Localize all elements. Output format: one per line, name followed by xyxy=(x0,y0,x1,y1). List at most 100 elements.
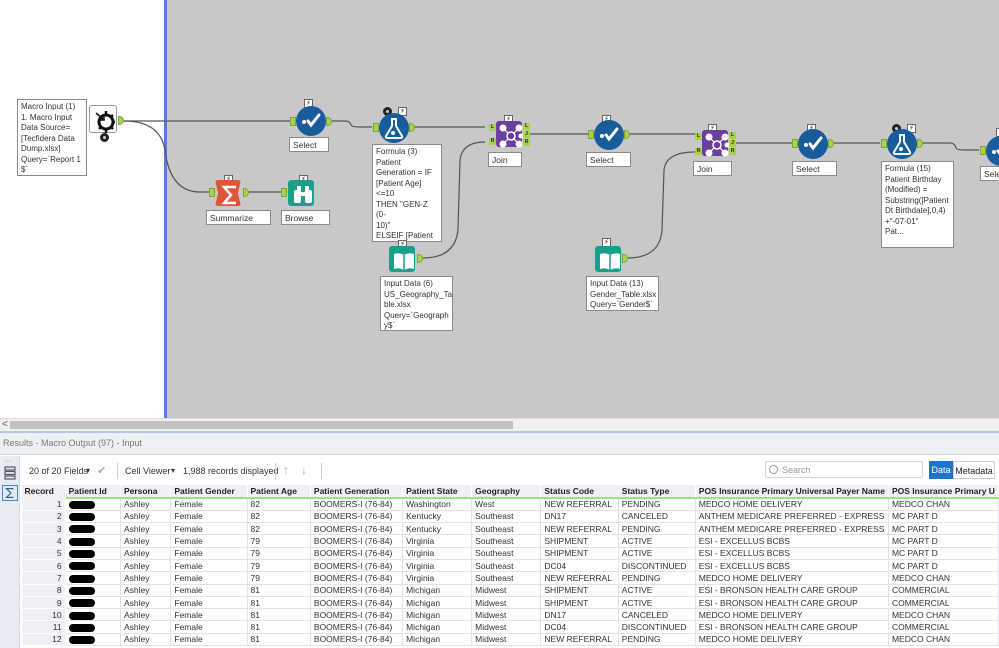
table-cell[interactable]: MEDCO HOME DELIVERY xyxy=(694,497,889,511)
table-cell[interactable]: MC PART D xyxy=(887,522,999,536)
table-cell[interactable]: Southeast xyxy=(471,558,542,573)
table-cell[interactable]: Female xyxy=(170,546,248,560)
table-row[interactable]: 6 Ashley Female 79 BOOMERS-I (76-84) Virginia… xyxy=(21,558,999,573)
table-cell[interactable]: Midwest xyxy=(471,620,542,634)
canvas-horizontal-scrollbar[interactable]: < xyxy=(0,418,999,431)
table-cell[interactable]: Midwest xyxy=(471,608,542,622)
table-cell[interactable]: DC04 xyxy=(540,558,619,573)
fields-selector[interactable]: 20 of 20 Fields xyxy=(29,466,88,476)
summarize55-label[interactable]: Summarize (55) xyxy=(206,210,271,225)
table-cell[interactable]: SHIPMENT xyxy=(540,583,619,597)
record-number[interactable]: 11 xyxy=(21,620,66,634)
data-tab-button[interactable]: Data xyxy=(929,461,953,479)
table-cell[interactable]: Michigan xyxy=(402,632,473,647)
table-row[interactable]: 12 Ashley Female 81 BOOMERS-I (76-84) Michiga… xyxy=(21,632,999,647)
table-cell[interactable]: 82 xyxy=(246,497,311,511)
table-row[interactable]: 3 Ashley Female 82 BOOMERS-I (76-84) Kentucky… xyxy=(21,522,999,536)
table-cell[interactable]: SHIPMENT xyxy=(540,534,619,548)
table-cell[interactable]: MEDCO CHAN xyxy=(887,571,999,585)
summary-view-button[interactable] xyxy=(2,485,18,501)
table-cell[interactable]: Ashley xyxy=(119,546,172,560)
join8-tool[interactable] xyxy=(496,121,524,148)
table-cell[interactable]: DISCONTINUED xyxy=(617,558,696,573)
table-row[interactable]: 9 Ashley Female 81 BOOMERS-I (76-84) Michigan… xyxy=(21,595,999,610)
column-header[interactable]: Patient Generation xyxy=(310,485,404,499)
column-header[interactable]: Record xyxy=(21,485,66,499)
table-cell[interactable]: Virginia xyxy=(402,534,473,548)
table-cell[interactable]: Ashley xyxy=(119,608,172,622)
summarize55-input-anchor[interactable] xyxy=(209,188,215,197)
table-cell[interactable]: 82 xyxy=(246,522,311,536)
search-input[interactable]: Search xyxy=(765,461,923,478)
table-cell[interactable]: ESI - BRONSON HEALTH CARE GROUP xyxy=(694,620,889,634)
table-cell[interactable]: Kentucky xyxy=(402,522,473,536)
redacted-patient-id[interactable] xyxy=(64,632,121,647)
column-header[interactable]: Patient State xyxy=(402,485,473,499)
table-cell[interactable]: 79 xyxy=(246,534,311,548)
column-header[interactable]: Geography xyxy=(471,485,542,499)
column-header[interactable]: Status Code xyxy=(540,485,619,499)
table-cell[interactable]: Virginia xyxy=(402,546,473,560)
formula15-tool[interactable] xyxy=(887,129,917,159)
table-cell[interactable]: Ashley xyxy=(119,509,172,524)
table-cell[interactable]: BOOMERS-I (76-84) xyxy=(309,620,404,634)
table-cell[interactable]: ANTHEM MEDICARE PREFERRED - EXPRESS xyxy=(694,509,889,524)
redacted-patient-id[interactable] xyxy=(64,620,121,634)
table-cell[interactable]: Southeast xyxy=(471,546,542,560)
record-number[interactable]: 9 xyxy=(21,595,66,610)
table-cell[interactable]: Female xyxy=(170,522,248,536)
table-cell[interactable]: ESI - EXCELLUS BCBS xyxy=(694,534,889,548)
column-header[interactable]: POS Insurance Primary Universal Payer Na… xyxy=(695,485,889,499)
table-cell[interactable]: Ashley xyxy=(119,595,172,610)
table-cell[interactable]: 81 xyxy=(246,632,311,647)
table-cell[interactable]: Michigan xyxy=(402,595,473,610)
cell-viewer-selector[interactable]: Cell Viewer xyxy=(125,466,170,476)
join12-label[interactable]: Join (12) xyxy=(693,161,732,176)
table-cell[interactable]: Midwest xyxy=(471,632,542,647)
table-cell[interactable]: DN17 xyxy=(540,608,619,622)
table-cell[interactable]: Female xyxy=(170,608,248,622)
fields-dropdown-icon[interactable]: ▾ xyxy=(86,466,90,475)
formula15-annotation[interactable]: Formula (15) Patient Birthday (Modified)… xyxy=(881,161,954,248)
column-header[interactable]: Patient Gender xyxy=(170,485,248,499)
table-cell[interactable]: Virginia xyxy=(402,558,473,573)
select11-label[interactable]: Select (11) xyxy=(586,152,631,167)
select2-label[interactable]: Select (2) xyxy=(289,137,329,152)
table-cell[interactable]: ESI - EXCELLUS BCBS xyxy=(694,546,889,560)
table-cell[interactable]: Ashley xyxy=(119,522,172,536)
browse56-input-anchor[interactable] xyxy=(281,188,287,197)
table-cell[interactable]: BOOMERS-I (76-84) xyxy=(309,546,404,560)
input6-annotation[interactable]: Input Data (6) US_Geography_Ta ble.xlsx … xyxy=(380,276,453,331)
column-header[interactable]: POS Insurance Primary U xyxy=(888,485,999,499)
table-cell[interactable]: 81 xyxy=(246,595,311,610)
table-cell[interactable]: BOOMERS-I (76-84) xyxy=(309,558,404,573)
record-number[interactable]: 5 xyxy=(21,546,66,560)
table-cell[interactable]: NEW REFERRAL xyxy=(540,632,619,647)
table-cell[interactable]: COMMERCIAL xyxy=(887,583,999,597)
record-number[interactable]: 12 xyxy=(21,632,66,647)
table-cell[interactable]: BOOMERS-I (76-84) xyxy=(309,509,404,524)
table-cell[interactable]: Southeast xyxy=(471,571,542,585)
table-cell[interactable]: MC PART D xyxy=(887,534,999,548)
macro-input-tool[interactable] xyxy=(89,105,117,133)
table-cell[interactable]: Female xyxy=(170,497,248,511)
apply-check-icon[interactable]: ✔ xyxy=(97,464,106,477)
table-cell[interactable]: Ashley xyxy=(119,632,172,647)
browse56-label[interactable]: Browse (56) xyxy=(281,210,330,225)
table-cell[interactable]: NEW REFERRAL xyxy=(540,571,619,585)
input6-tool[interactable] xyxy=(389,246,415,272)
redacted-patient-id[interactable] xyxy=(64,546,121,560)
table-row[interactable]: 5 Ashley Female 79 BOOMERS-I (76-84) Virginia… xyxy=(21,546,999,560)
table-cell[interactable]: SHIPMENT xyxy=(540,546,619,560)
join12-right-input-anchor[interactable]: R xyxy=(695,148,702,155)
table-view-button[interactable] xyxy=(2,465,18,481)
join8-r-output-anchor[interactable]: R xyxy=(523,139,530,146)
column-header[interactable]: Persona xyxy=(120,485,172,499)
select-partial-label[interactable]: Selec xyxy=(980,166,999,181)
table-cell[interactable]: ESI - EXCELLUS BCBS xyxy=(694,558,889,573)
table-cell[interactable]: MEDCO CHAN xyxy=(887,497,999,511)
table-cell[interactable]: BOOMERS-I (76-84) xyxy=(309,632,404,647)
table-cell[interactable]: ACTIVE xyxy=(617,534,696,548)
scroll-left-arrow[interactable]: < xyxy=(2,419,8,431)
table-cell[interactable]: Ashley xyxy=(119,534,172,548)
